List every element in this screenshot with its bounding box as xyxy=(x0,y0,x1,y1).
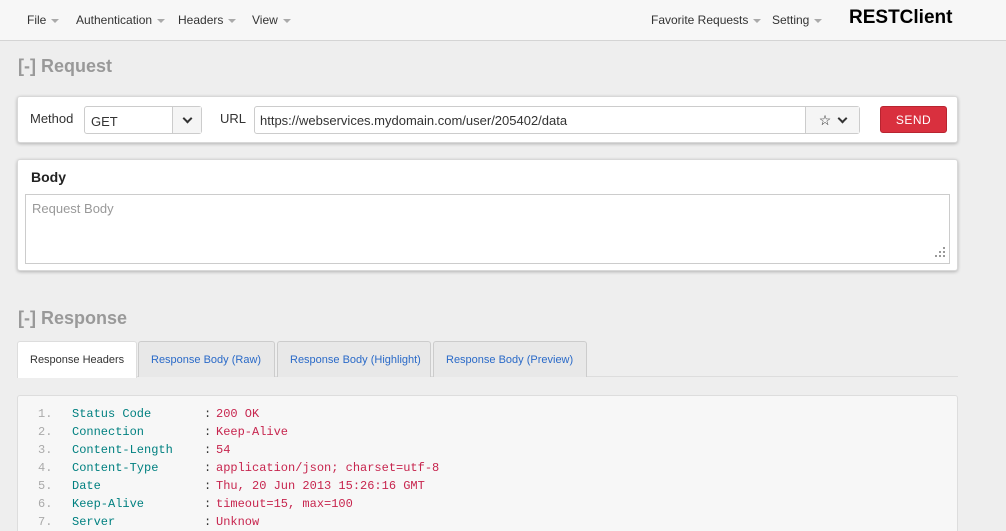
header-key: Content-Length xyxy=(72,443,173,457)
header-value: Unknow xyxy=(216,515,260,529)
menu-file[interactable]: File xyxy=(27,13,60,27)
tab-response-body-preview[interactable]: Response Body (Preview) xyxy=(433,341,587,377)
header-key: Date xyxy=(72,479,101,493)
method-select[interactable]: GET xyxy=(84,106,202,134)
response-tabs: Response Headers Response Body (Raw) Res… xyxy=(17,341,958,378)
menu-file-label: File xyxy=(27,13,47,27)
separator: : xyxy=(204,515,212,529)
header-line: 7. Server: Unknow xyxy=(18,515,957,531)
menu-view[interactable]: View xyxy=(252,13,291,27)
line-number: 3. xyxy=(38,443,53,457)
header-line: 4. Content-Type: application/json; charset… xyxy=(18,461,957,479)
resize-grip-icon[interactable] xyxy=(935,247,945,257)
menu-headers[interactable]: Headers xyxy=(178,13,237,27)
caret-down-icon xyxy=(753,18,762,23)
header-value: Thu, 20 Jun 2013 15:26:16 GMT xyxy=(216,479,425,493)
menu-headers-label: Headers xyxy=(178,13,224,27)
method-dropdown-button[interactable] xyxy=(172,107,201,133)
separator: : xyxy=(204,497,212,511)
url-input[interactable] xyxy=(255,107,806,133)
caret-down-icon xyxy=(51,18,60,23)
chevron-down-icon xyxy=(182,113,192,124)
header-value: Keep-Alive xyxy=(216,425,289,439)
chevron-down-icon[interactable] xyxy=(837,113,848,124)
body-panel: Body xyxy=(17,159,958,271)
star-icon[interactable]: ☆ xyxy=(819,113,832,127)
menu-setting[interactable]: Setting xyxy=(772,13,823,27)
send-button[interactable]: SEND xyxy=(880,106,947,133)
header-value: 200 OK xyxy=(216,407,260,421)
header-key: Content-Type xyxy=(72,461,159,475)
body-title: Body xyxy=(31,169,66,185)
caret-down-icon xyxy=(228,18,237,23)
header-line: 3. Content-Length:54 xyxy=(18,443,957,461)
header-line: 6. Keep-Alive: timeout=15, max=100 xyxy=(18,497,957,515)
menu-favorite-requests[interactable]: Favorite Requests xyxy=(651,13,762,27)
url-addon: ☆ xyxy=(805,107,859,133)
method-select-value: GET xyxy=(91,114,118,129)
caret-down-icon xyxy=(157,18,166,23)
request-panel: Method GET URL ☆ SEND xyxy=(17,96,958,143)
line-number: 2. xyxy=(38,425,53,439)
line-number: 6. xyxy=(38,497,53,511)
menu-favorite-requests-label: Favorite Requests xyxy=(651,13,749,27)
caret-down-icon xyxy=(282,18,291,23)
line-number: 1. xyxy=(38,407,53,421)
menu-setting-label: Setting xyxy=(772,13,810,27)
url-label: URL xyxy=(220,111,247,126)
separator: : xyxy=(204,461,212,475)
header-line: 1. Status Code:200 OK xyxy=(18,407,957,425)
header-line: 2. Connection: Keep-Alive xyxy=(18,425,957,443)
menu-view-label: View xyxy=(252,13,278,27)
separator: : xyxy=(204,443,212,457)
header-key: Connection xyxy=(72,425,145,439)
request-body-textarea[interactable] xyxy=(25,194,950,264)
header-key: Status Code xyxy=(72,407,152,421)
app-brand[interactable]: RESTClient xyxy=(849,7,952,29)
separator: : xyxy=(204,425,212,439)
header-key: Keep-Alive xyxy=(72,497,145,511)
response-headers-code[interactable]: 1. Status Code:200 OK 2. Connection: Keep-A… xyxy=(17,395,958,531)
menu-authentication-label: Authentication xyxy=(76,13,153,27)
header-value: 54 xyxy=(216,443,231,457)
tab-response-headers[interactable]: Response Headers xyxy=(17,341,137,378)
header-value: application/json; charset=utf-8 xyxy=(216,461,440,475)
menu-authentication[interactable]: Authentication xyxy=(76,13,166,27)
caret-down-icon xyxy=(814,18,823,23)
request-section-title[interactable]: [-] Request xyxy=(18,56,112,77)
separator: : xyxy=(204,407,212,421)
header-value: timeout=15, max=100 xyxy=(216,497,353,511)
header-line: 5. Date: Thu, 20 Jun 2013 15:26:16 GMT xyxy=(18,479,957,497)
line-number: 7. xyxy=(38,515,53,529)
header-key: Server xyxy=(72,515,116,529)
response-section-title[interactable]: [-] Response xyxy=(18,308,127,329)
line-number: 5. xyxy=(38,479,53,493)
top-navbar: File Authentication Headers View Favorit… xyxy=(0,0,1006,41)
separator: : xyxy=(204,479,212,493)
tab-response-body-raw[interactable]: Response Body (Raw) xyxy=(138,341,275,377)
method-label: Method xyxy=(30,111,74,126)
url-field-group: ☆ xyxy=(254,106,860,134)
line-number: 4. xyxy=(38,461,53,475)
tab-response-body-highlight[interactable]: Response Body (Highlight) xyxy=(277,341,431,377)
